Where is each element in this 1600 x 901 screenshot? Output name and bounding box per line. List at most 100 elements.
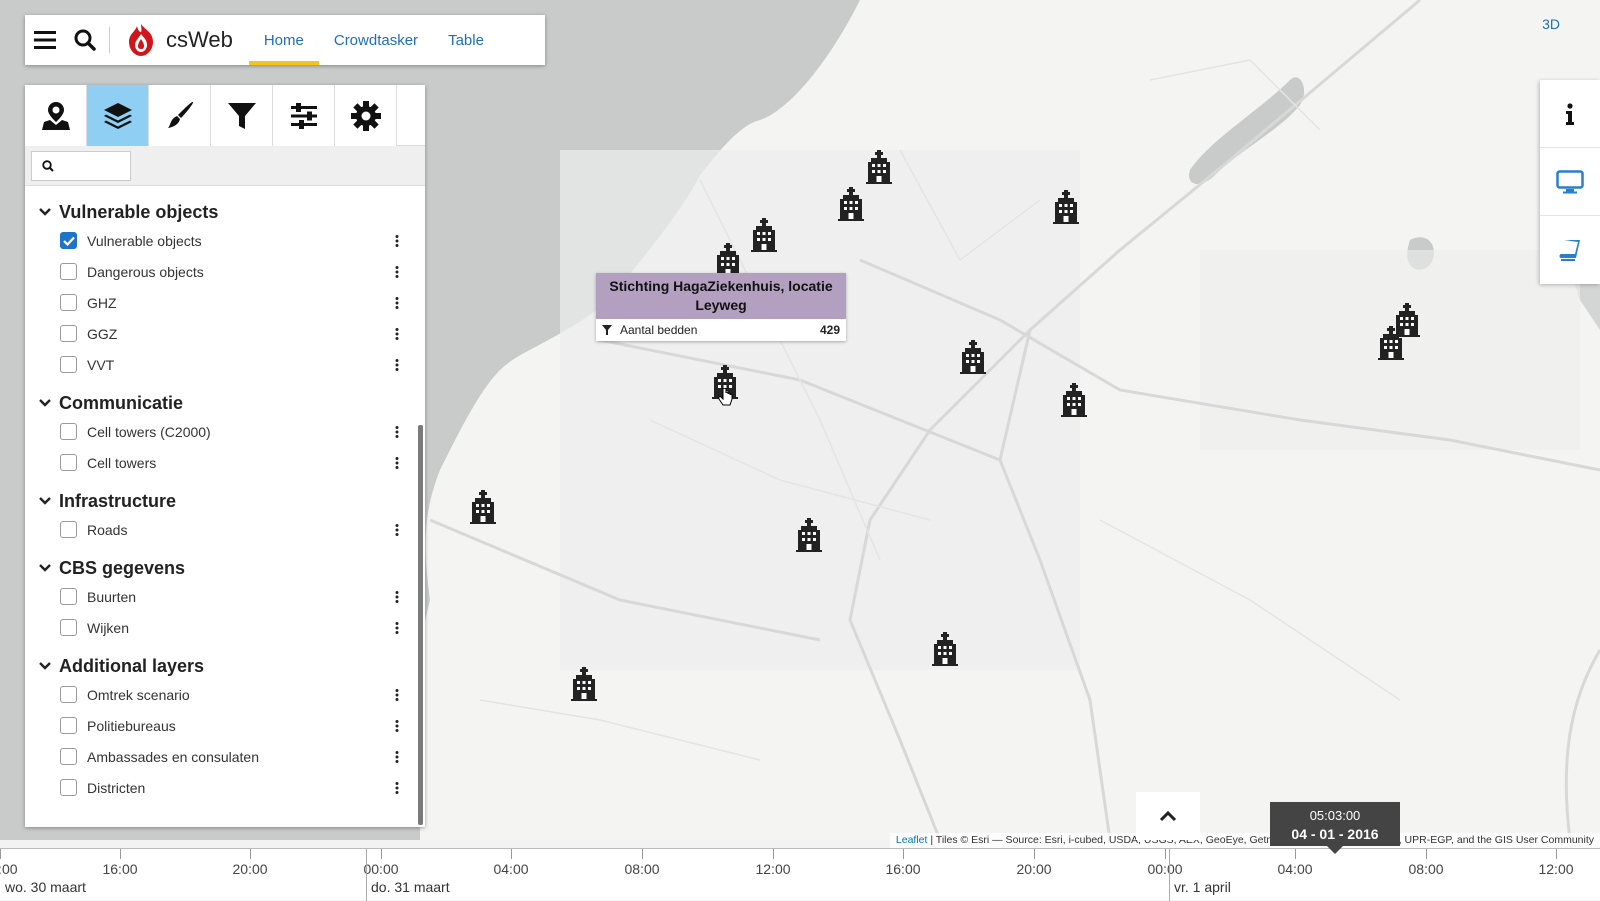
chevron-down-icon[interactable] <box>39 564 53 572</box>
kebab-menu-icon[interactable] <box>377 425 417 438</box>
timeline-tick <box>1556 849 1557 859</box>
kebab-menu-icon[interactable] <box>377 234 417 247</box>
right-side-panel <box>1540 80 1600 284</box>
hospital-marker[interactable] <box>1061 383 1087 417</box>
kebab-menu-icon[interactable] <box>377 621 417 634</box>
layer-checkbox[interactable] <box>60 686 77 703</box>
hospital-marker[interactable] <box>866 150 892 184</box>
toggle-3d-button[interactable]: 3D <box>1542 16 1560 32</box>
chevron-down-icon[interactable] <box>39 208 53 216</box>
hospital-marker[interactable] <box>960 340 986 374</box>
fire-department-logo[interactable] <box>116 15 166 65</box>
layer-group-title[interactable]: Communicatie <box>25 390 417 416</box>
layer-checkbox[interactable] <box>60 325 77 342</box>
layer-label: Omtrek scenario <box>87 686 190 703</box>
kebab-menu-icon[interactable] <box>377 358 417 371</box>
hand-cursor-icon <box>718 388 733 406</box>
kebab-menu-icon[interactable] <box>377 688 417 701</box>
layer-label: Cell towers <box>87 454 157 471</box>
layer-list-scrollbar[interactable] <box>418 425 423 825</box>
tab-filter[interactable] <box>211 85 273 146</box>
timeline-tick-label: 12:00 <box>0 861 18 877</box>
tab-layers[interactable] <box>87 85 149 146</box>
kebab-menu-icon[interactable] <box>377 781 417 794</box>
leaflet-link[interactable]: Leaflet <box>896 834 928 846</box>
kebab-menu-icon[interactable] <box>377 750 417 763</box>
layer-checkbox[interactable] <box>60 356 77 373</box>
filter-icon[interactable] <box>602 325 612 335</box>
menu-icon[interactable] <box>25 15 65 65</box>
tab-style[interactable] <box>149 85 211 146</box>
layer-group-title[interactable]: Infrastructure <box>25 488 417 514</box>
kebab-menu-icon[interactable] <box>377 296 417 309</box>
popup-row-label: Aantal bedden <box>620 323 698 337</box>
hospital-marker[interactable] <box>838 187 864 221</box>
timeline-tick <box>0 849 1 859</box>
chevron-down-icon[interactable] <box>39 399 53 407</box>
kebab-menu-icon[interactable] <box>377 719 417 732</box>
hospital-icon <box>866 150 892 184</box>
layer-item: Districten <box>25 772 417 803</box>
hospital-icon <box>960 340 986 374</box>
tab-home[interactable]: Home <box>248 15 319 65</box>
kebab-menu-icon[interactable] <box>377 327 417 340</box>
hospital-marker[interactable] <box>751 218 777 252</box>
hospital-marker[interactable] <box>932 632 958 666</box>
current-date: 04 - 01 - 2016 <box>1291 826 1379 842</box>
kebab-menu-icon[interactable] <box>377 456 417 469</box>
tab-crowdtasker[interactable]: Crowdtasker <box>319 15 433 65</box>
info-icon[interactable] <box>1540 80 1600 148</box>
layer-group: Additional layers Omtrek scenario Politieb… <box>25 653 417 813</box>
hospital-icon <box>715 243 741 277</box>
layer-checkbox[interactable] <box>60 263 77 280</box>
timeline-current-time[interactable]: 05:03:00 04 - 01 - 2016 <box>1270 802 1400 854</box>
hospital-icon <box>1378 326 1404 360</box>
tab-map-marker[interactable] <box>25 85 87 146</box>
hospital-marker[interactable] <box>1378 326 1404 360</box>
layer-group-title[interactable]: CBS gegevens <box>25 555 417 581</box>
layer-checkbox[interactable] <box>60 588 77 605</box>
layer-checkbox[interactable] <box>60 748 77 765</box>
chevron-down-icon[interactable] <box>39 497 53 505</box>
expand-timeline-button[interactable] <box>1136 792 1200 840</box>
layer-group-title[interactable]: Additional layers <box>25 653 417 679</box>
hospital-marker[interactable] <box>1053 190 1079 224</box>
book-icon[interactable] <box>1540 216 1600 284</box>
layer-checkbox[interactable] <box>60 423 77 440</box>
timeline-tick <box>511 849 512 859</box>
timeline-tick <box>1165 849 1166 859</box>
layer-checkbox[interactable] <box>60 294 77 311</box>
layer-item: GHZ <box>25 287 417 318</box>
tab-legend[interactable] <box>273 85 335 146</box>
monitor-icon[interactable] <box>1540 148 1600 216</box>
kebab-menu-icon[interactable] <box>377 523 417 536</box>
search-icon[interactable] <box>65 15 105 65</box>
layer-group-label: Communicatie <box>59 392 184 413</box>
sliders-icon <box>290 102 317 129</box>
hospital-marker[interactable] <box>571 667 597 701</box>
hospital-marker[interactable] <box>796 518 822 552</box>
brush-icon <box>167 101 193 128</box>
chevron-down-icon[interactable] <box>39 662 53 670</box>
layers-icon <box>103 102 132 129</box>
layer-group-label: CBS gegevens <box>59 557 186 578</box>
tab-settings[interactable] <box>335 85 397 146</box>
tool-tabs <box>25 85 425 146</box>
layer-checkbox[interactable] <box>60 521 77 538</box>
kebab-menu-icon[interactable] <box>377 265 417 278</box>
layer-checkbox[interactable] <box>60 232 77 249</box>
hospital-marker[interactable] <box>715 243 741 277</box>
layer-search-input[interactable] <box>31 151 131 181</box>
timeline-tick-label: 04:00 <box>1277 861 1313 877</box>
layer-label: GHZ <box>87 294 117 311</box>
hospital-marker[interactable] <box>470 490 496 524</box>
layer-checkbox[interactable] <box>60 619 77 636</box>
layer-group-title[interactable]: Vulnerable objects <box>25 199 417 225</box>
layer-checkbox[interactable] <box>60 717 77 734</box>
timeline[interactable]: 12:00 16:00 20:00 00:00 04:00 08:00 12:00 16:00… <box>0 848 1600 901</box>
layer-checkbox[interactable] <box>60 779 77 796</box>
tab-table[interactable]: Table <box>433 15 499 65</box>
kebab-menu-icon[interactable] <box>377 590 417 603</box>
layer-checkbox[interactable] <box>60 454 77 471</box>
layer-item: Wijken <box>25 612 417 643</box>
